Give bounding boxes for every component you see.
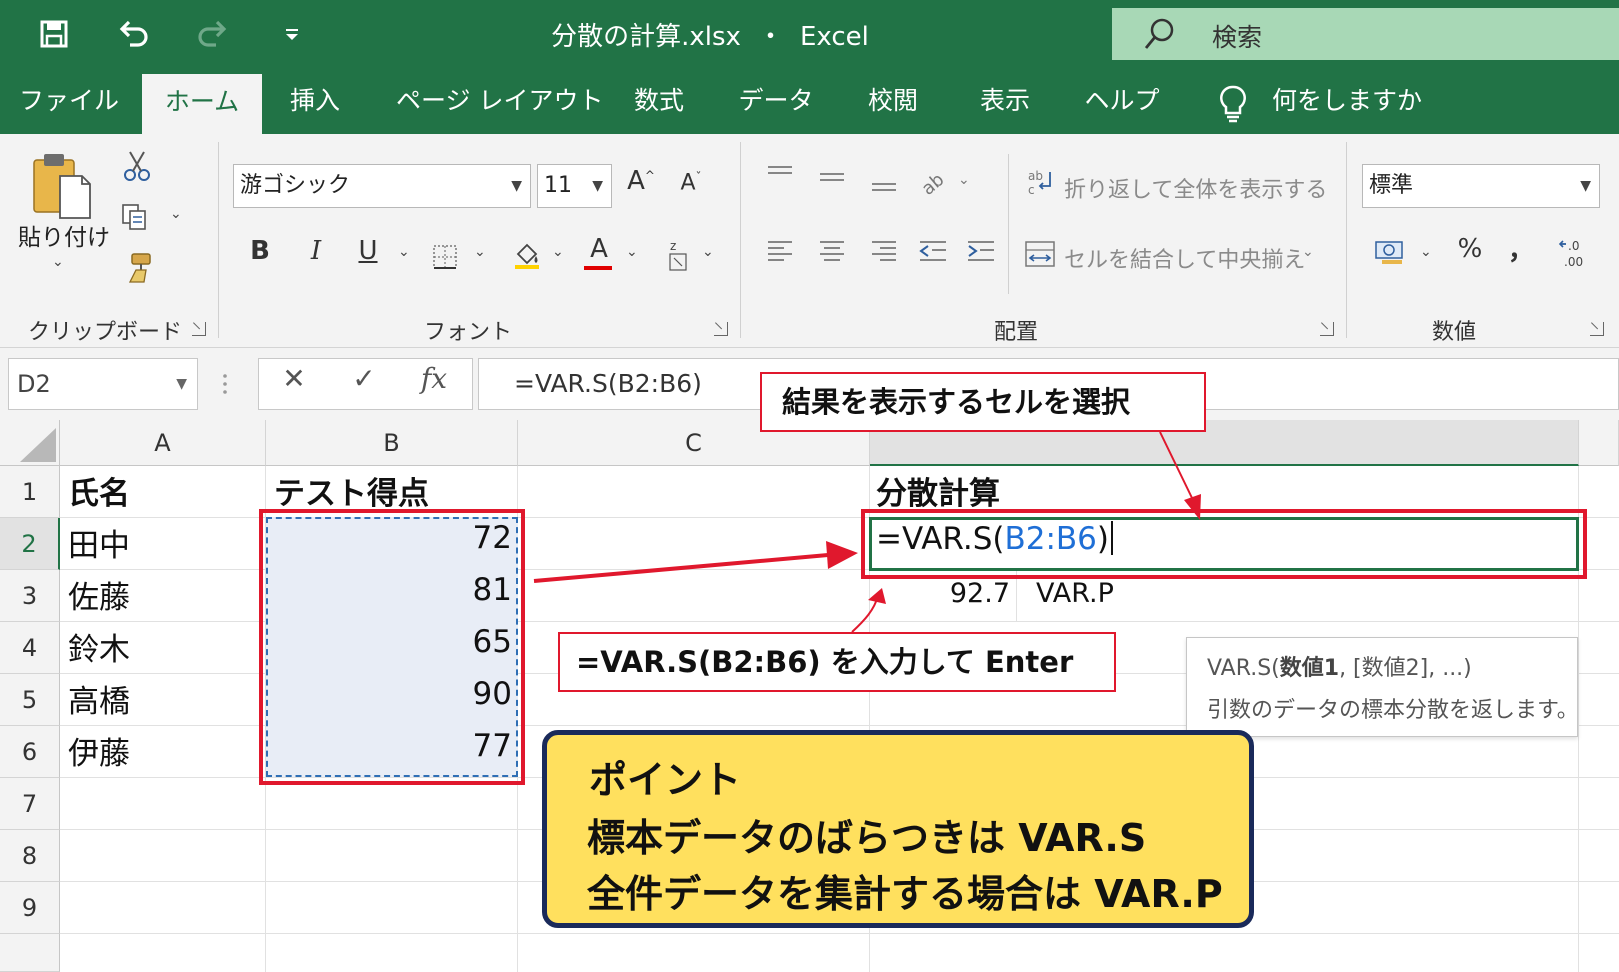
- point-line-2: 全件データを集計する場合は VAR.P: [587, 872, 1223, 916]
- arrow-input-callout: [851, 588, 886, 633]
- tooltip-func: VAR.S(: [1207, 656, 1280, 681]
- function-tooltip: VAR.S(数値1, [数値2], ...) 引数のデータの標本分散を返します。: [1186, 637, 1579, 737]
- tooltip-description: 引数のデータの標本分散を返します。: [1207, 698, 1579, 723]
- point-title: ポイント: [589, 758, 742, 802]
- callout-select-cell: 結果を表示するセルを選択: [760, 372, 1206, 432]
- arrow-select-callout: [1159, 431, 1201, 520]
- arrow-range-to-cell: [533, 541, 858, 583]
- point-box: ポイント 標本データのばらつきは VAR.S 全件データを集計する場合は VAR…: [542, 730, 1254, 928]
- tooltip-rest: , [数値2], ...): [1339, 656, 1472, 681]
- point-line-1: 標本データのばらつきは VAR.S: [587, 816, 1147, 860]
- tooltip-arg1: 数値1: [1279, 656, 1340, 681]
- callout-input-formula: =VAR.S(B2:B6) を入力して Enter: [558, 632, 1116, 692]
- tooltip-signature[interactable]: VAR.S(数値1, [数値2], ...): [1207, 650, 1472, 682]
